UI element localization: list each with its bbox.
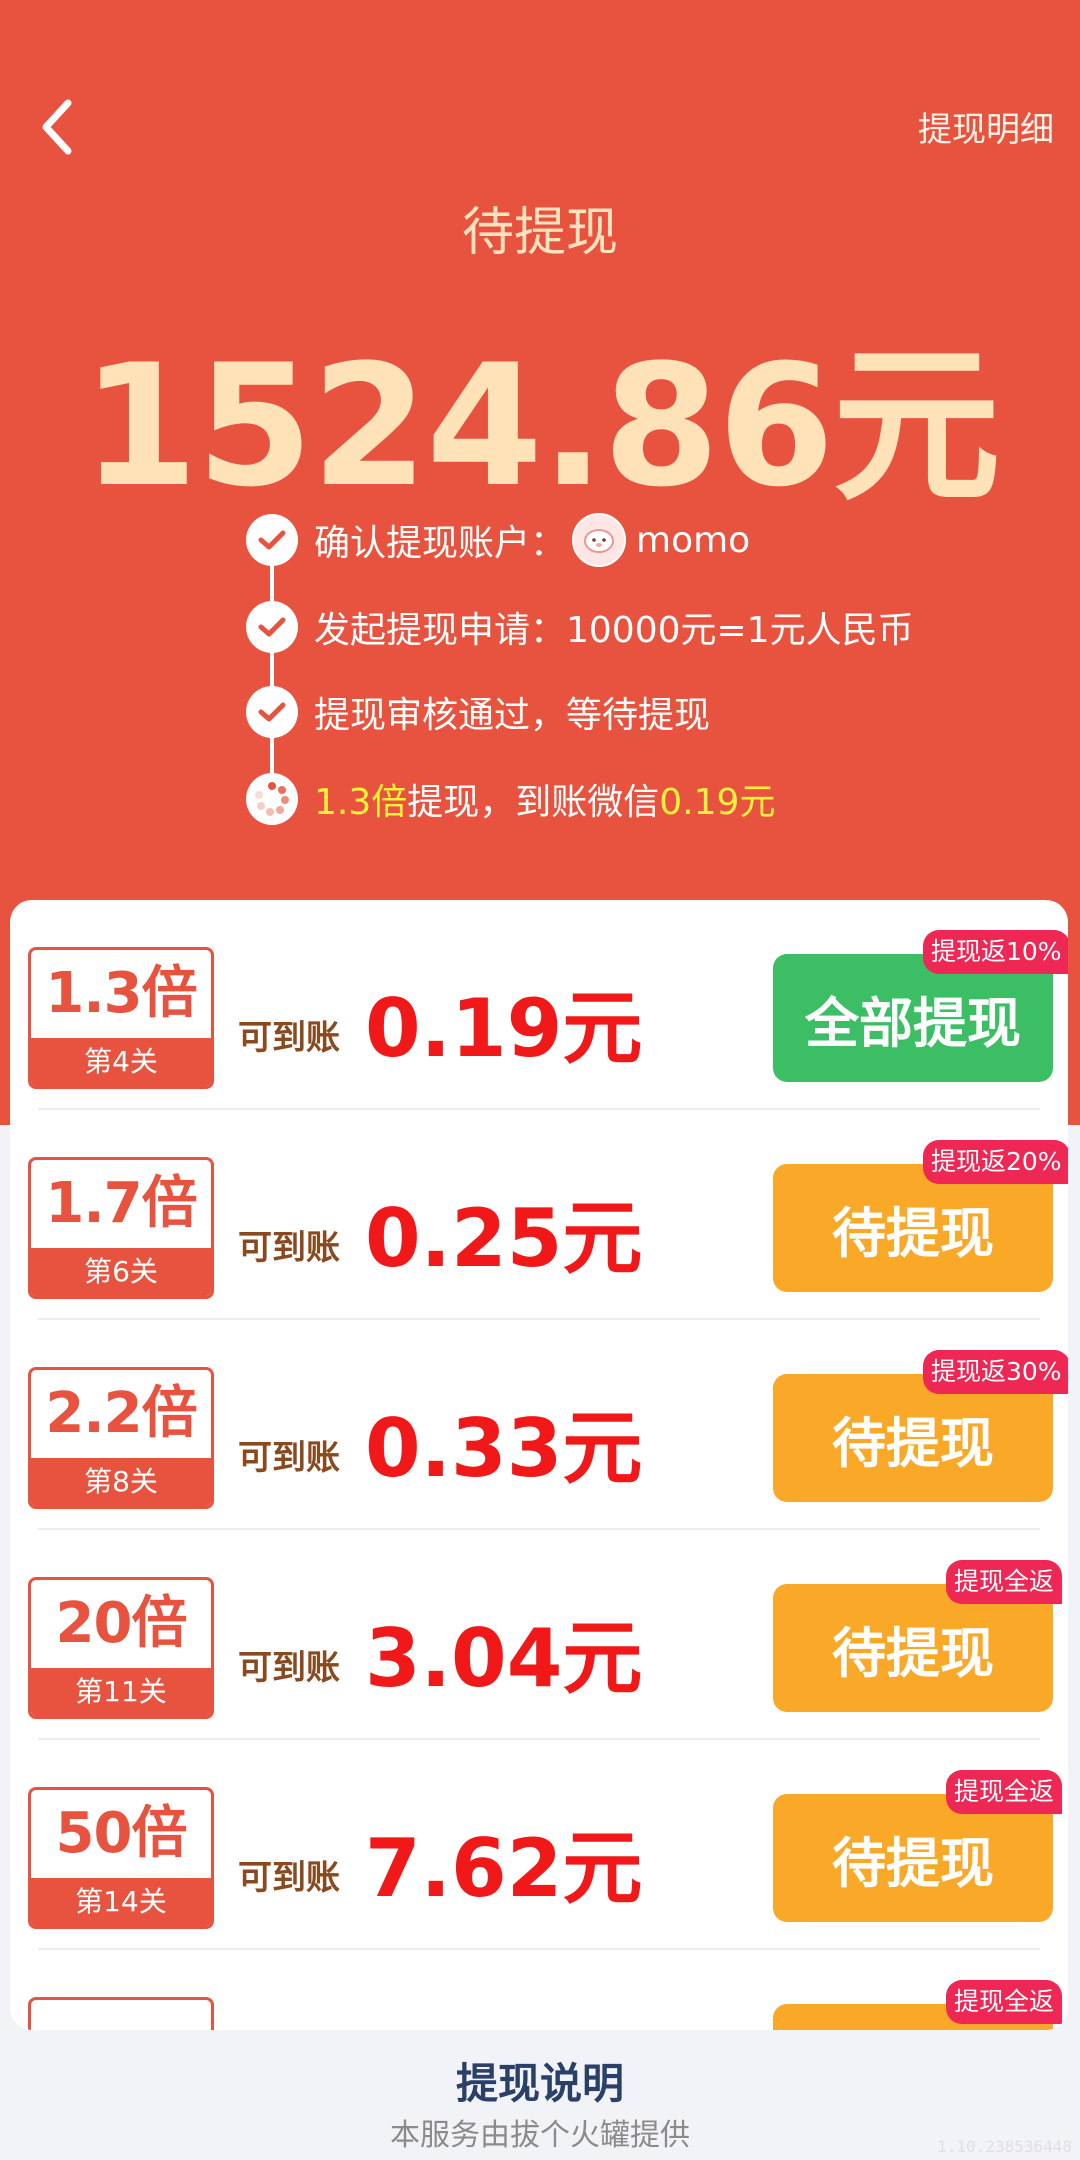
step-label: 发起提现申请：10000元=1元人民币 [314, 610, 914, 651]
rebate-badge: 提现返20% [923, 1140, 1068, 1184]
receivable-label: 可到账 [238, 1228, 340, 1268]
receivable-label: 可到账 [238, 1438, 340, 1478]
level-label: 第4关 [31, 1038, 211, 1086]
service-provider-text: 本服务由拔个火罐提供 [390, 2118, 690, 2153]
withdraw-info-link[interactable]: 提现说明 [0, 2050, 1080, 2111]
multiplier-badge: 1.7倍 第6关 [28, 1157, 214, 1299]
receivable-label: 可到账 [238, 1648, 340, 1688]
step-confirm-account: 确认提现账户： momo [246, 510, 750, 570]
back-button[interactable] [28, 92, 88, 162]
receivable-label: 可到账 [238, 1858, 340, 1898]
list-item: 50倍 第14关 可到账 7.62元 待提现 提现全返 [10, 1740, 1068, 1950]
receivable-amount: 3.04元 [365, 1612, 643, 1705]
step-payout: 1.3倍 提现，到账微信 0.19元 [246, 769, 775, 829]
withdraw-detail-link[interactable]: 提现明细 [918, 102, 1054, 151]
step-label: 确认提现账户： [314, 523, 567, 564]
receivable-label: 可到账 [238, 1018, 340, 1058]
rebate-badge: 提现返30% [923, 1350, 1068, 1394]
multiplier-badge: 20倍 第11关 [28, 1577, 214, 1719]
pending-amount: 1524.86元 [81, 328, 1000, 524]
avatar [572, 513, 627, 567]
version-text: 1.10.238536448 [937, 2137, 1072, 2156]
level-label: 第8关 [31, 1458, 211, 1506]
step-apply: 发起提现申请：10000元=1元人民币 [246, 597, 914, 657]
payout-multiplier: 1.3倍 [314, 782, 408, 823]
payout-amount: 0.19元 [659, 782, 776, 823]
chevron-left-icon [42, 99, 72, 155]
rebate-badge: 提现返10% [923, 930, 1068, 974]
check-icon [246, 601, 298, 653]
receivable-amount: 7.62元 [365, 1822, 643, 1915]
rebate-badge: 提现全返 [946, 1980, 1063, 2024]
account-name: momo [636, 519, 751, 561]
multiplier-value: 1.3倍 [45, 961, 197, 1026]
multiplier-badge: 1.3倍 第4关 [28, 947, 214, 1089]
step-label: 提现审核通过，等待提现 [314, 695, 711, 736]
multiplier-badge [28, 1997, 214, 2030]
receivable-amount: 0.33元 [365, 1402, 643, 1495]
list-item: 20倍 第11关 可到账 3.04元 待提现 提现全返 [10, 1530, 1068, 1740]
multiplier-value: 20倍 [55, 1591, 188, 1656]
payout-text: 提现，到账微信 [407, 782, 660, 823]
withdraw-options-card: 1.3倍 第4关 可到账 0.19元 全部提现 提现返10% 1.7倍 第6关 … [10, 900, 1068, 2030]
level-label: 第6关 [31, 1248, 211, 1296]
rebate-badge: 提现全返 [946, 1560, 1063, 1604]
list-item: 1.3倍 第4关 可到账 0.19元 全部提现 提现返10% [10, 900, 1068, 1110]
check-icon [246, 686, 298, 738]
step-review: 提现审核通过，等待提现 [246, 682, 710, 742]
loading-icon [246, 773, 298, 825]
multiplier-badge: 50倍 第14关 [28, 1787, 214, 1929]
check-icon [246, 514, 298, 566]
multiplier-value: 1.7倍 [45, 1171, 197, 1236]
rebate-badge: 提现全返 [946, 1770, 1063, 1814]
list-item: 2.2倍 第8关 可到账 0.33元 待提现 提现返30% [10, 1320, 1068, 1530]
level-label: 第11关 [31, 1668, 211, 1716]
multiplier-value: 2.2倍 [45, 1381, 197, 1446]
multiplier-badge: 2.2倍 第8关 [28, 1367, 214, 1509]
list-item-partial: 提现全返 [10, 1950, 1068, 2030]
list-item: 1.7倍 第6关 可到账 0.25元 待提现 提现返20% [10, 1110, 1068, 1320]
receivable-amount: 0.19元 [365, 982, 643, 1075]
level-label: 第14关 [31, 1878, 211, 1926]
multiplier-value: 50倍 [55, 1801, 188, 1866]
receivable-amount: 0.25元 [365, 1192, 643, 1285]
page-title: 待提现 [461, 203, 618, 263]
